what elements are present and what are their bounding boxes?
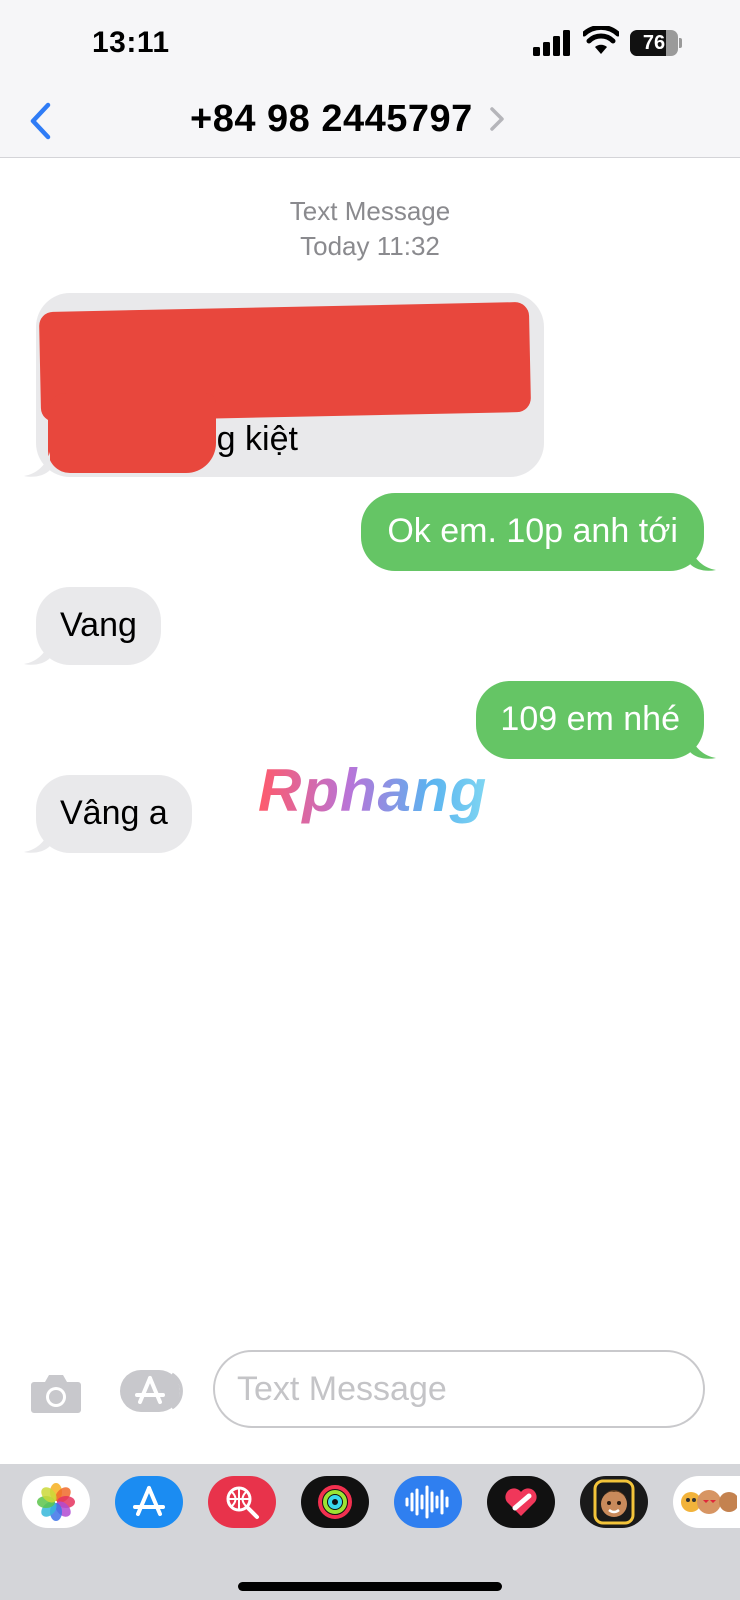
watermark: Rphang [258,757,488,824]
app-store-button[interactable] [120,1368,184,1414]
back-button[interactable] [20,96,60,146]
waveform-icon [405,1485,449,1519]
memoji-face-icon [593,1479,635,1525]
contact-title: +84 98 2445797 [190,97,473,140]
globe-search-icon [226,1486,259,1519]
cellular-signal-icon [533,30,570,56]
battery-icon: 76 [630,30,678,56]
activity-rings-icon [318,1485,352,1519]
chevron-left-icon [30,102,51,140]
service-label: Text Message [289,196,451,226]
images-search-app-icon[interactable] [208,1476,276,1528]
incoming-message-bubble[interactable]: Vang [36,587,161,665]
app-store-app-icon[interactable] [115,1476,183,1528]
digital-touch-app-icon[interactable] [487,1476,555,1528]
chevron-right-icon [490,107,504,131]
timestamp-text: Today 11:32 [300,231,440,261]
photos-flower-icon [37,1483,75,1521]
memoji-stickers-app-icon[interactable] [673,1476,740,1528]
heart-icon [505,1488,537,1516]
battery-cap [679,38,682,48]
contact-details-button[interactable]: +84 98 2445797 [190,94,505,144]
camera-icon[interactable] [30,1372,82,1414]
bubble-tail [690,546,716,571]
compose-bar [0,1350,740,1470]
conversation-header: +84 98 2445797 [0,90,740,158]
stickers-faces-icon [680,1490,737,1514]
message-text: 109 em nhé [500,700,680,738]
photos-app-icon[interactable] [22,1476,90,1528]
wifi-icon [583,26,619,54]
incoming-message-bubble[interactable]: Vâng a [36,775,192,853]
message-timestamp: Text Message Today 11:32 [0,194,740,264]
bubble-tail [24,452,50,477]
outgoing-message-bubble[interactable]: 109 em nhé [476,681,704,759]
redaction-overlay [48,393,216,473]
audio-message-app-icon[interactable] [394,1476,462,1528]
battery-level: 76 [642,32,666,54]
bubble-tail [690,734,716,759]
message-text: Ok em. 10p anh tới [387,512,678,550]
message-text: Vâng a [60,794,168,832]
battery-indicator: 76 [630,30,682,56]
message-text: Vang [60,606,137,644]
bubble-tail [24,828,50,853]
app-store-glyph-icon [133,1486,165,1516]
incoming-message-bubble[interactable]: g lý thương kiệt [36,293,544,477]
message-input[interactable] [213,1350,705,1428]
status-time: 13:11 [92,26,170,59]
app-drawer [0,1464,740,1600]
bubble-tail [24,640,50,665]
memoji-app-icon[interactable] [580,1476,648,1528]
home-indicator[interactable] [238,1582,502,1591]
fitness-app-icon[interactable] [301,1476,369,1528]
app-store-icon [120,1370,183,1412]
status-bar: 13:11 76 [0,0,740,90]
outgoing-message-bubble[interactable]: Ok em. 10p anh tới [361,493,704,571]
